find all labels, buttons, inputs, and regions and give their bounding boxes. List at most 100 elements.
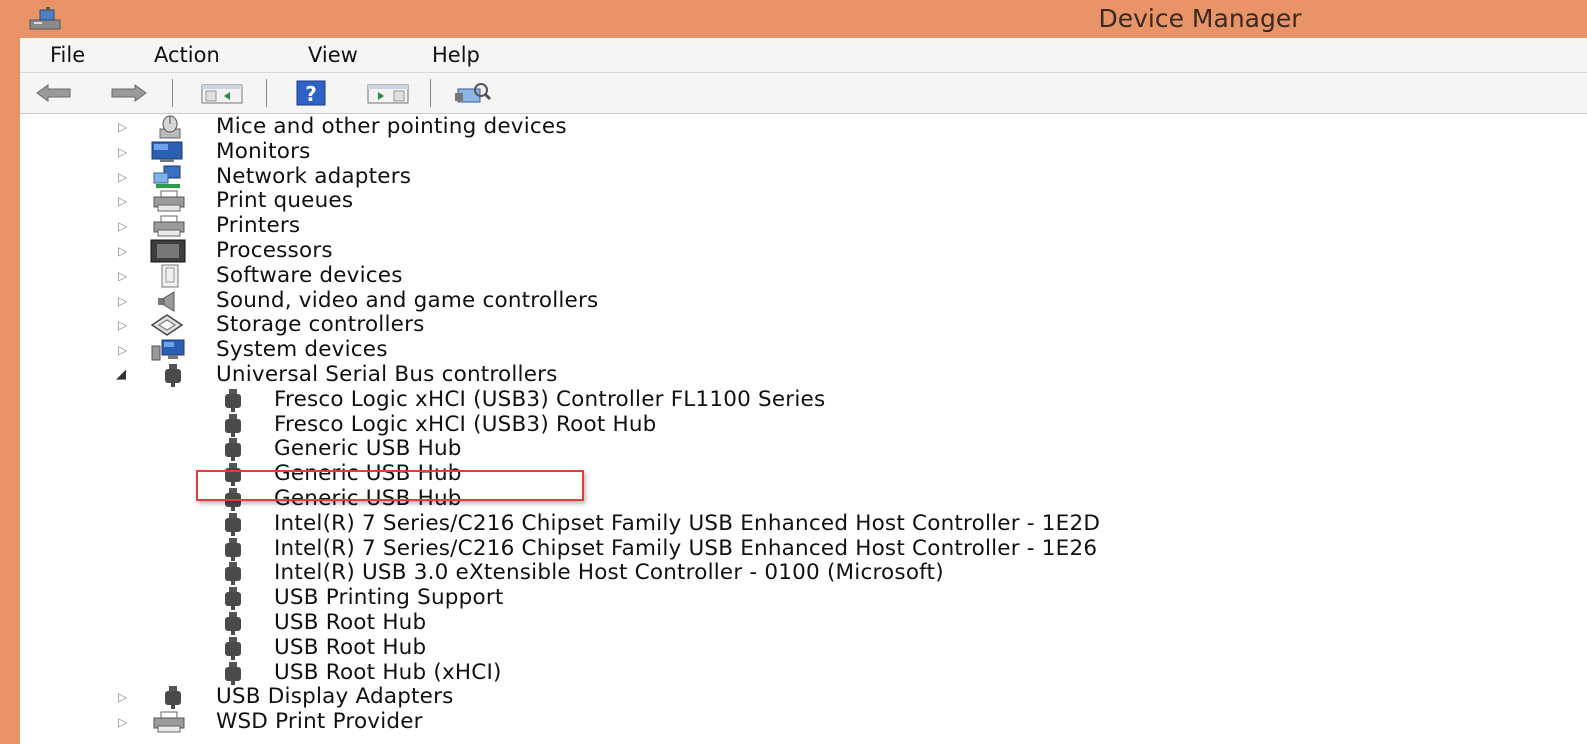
tree-item-label: USB Root Hub [274, 634, 427, 660]
tree-item-print-queues[interactable]: ▷ Print queues [20, 188, 1587, 214]
tree-item-label: Sound, video and game controllers [216, 287, 599, 313]
tree-item-usb-child[interactable]: Intel(R) 7 Series/C216 Chipset Family US… [20, 535, 1587, 562]
collapsed-arrow-icon[interactable]: ▷ [118, 268, 132, 284]
usb-icon [225, 512, 241, 536]
collapsed-arrow-icon[interactable]: ▷ [118, 342, 132, 358]
usb-icon [225, 612, 241, 635]
tree-item-label: USB Root Hub [274, 610, 427, 635]
collapsed-arrow-icon[interactable]: ▷ [118, 119, 132, 135]
tree-item-usb-child[interactable]: USB Root Hub (xHCI) [20, 659, 1587, 686]
usb-icon [225, 661, 241, 685]
usb-icon [225, 388, 241, 412]
network-adapter-icon [153, 165, 181, 188]
processor-icon [150, 239, 186, 263]
tree-item-label: Generic USB Hub [274, 436, 462, 462]
toolbar: ? [20, 73, 1587, 114]
device-tree: ▷ Mice and other pointing devices ▷ Moni… [20, 114, 1587, 744]
tree-item-usb-controllers[interactable]: ◢ Universal Serial Bus controllers [20, 362, 1587, 388]
tree-item-software-devices[interactable]: ▷ Software devices [20, 262, 1587, 289]
tree-item-usb-child[interactable]: Fresco Logic xHCI (USB3) Root Hub [20, 411, 1587, 438]
collapsed-arrow-icon[interactable]: ▷ [118, 714, 132, 730]
menu-view[interactable]: View [302, 41, 364, 69]
collapsed-arrow-icon[interactable]: ▷ [118, 218, 132, 234]
tree-item-label: Processors [216, 238, 333, 263]
menu-file[interactable]: File [44, 41, 91, 69]
tree-item-label: System devices [216, 337, 388, 363]
window-title: Device Manager [1098, 4, 1302, 33]
tree-item-label: Printers [216, 213, 301, 239]
toolbar-separator [266, 79, 267, 107]
collapsed-arrow-icon[interactable]: ▷ [118, 243, 132, 259]
tree-item-label: Mice and other pointing devices [216, 114, 567, 139]
tree-item-label: Intel(R) 7 Series/C216 Chipset Family US… [274, 510, 1101, 536]
tree-item-label: Network adapters [216, 163, 412, 189]
usb-icon [225, 413, 241, 437]
collapsed-arrow-icon[interactable]: ▷ [118, 293, 132, 309]
expanded-arrow-icon[interactable]: ◢ [116, 367, 130, 383]
tree-item-label: Storage controllers [216, 312, 425, 338]
tree-item-label: Software devices [216, 262, 403, 288]
title-bar[interactable]: Device Manager [0, 0, 1587, 38]
tree-item-processors[interactable]: ▷ Processors [20, 238, 1587, 264]
system-device-icon [151, 339, 185, 361]
collapsed-arrow-icon[interactable]: ▷ [118, 317, 132, 333]
scan-hardware-changes-icon[interactable] [452, 79, 494, 107]
tree-item-sound-video-game[interactable]: ▷ Sound, video and game controllers [20, 287, 1587, 314]
tree-item-usb-child[interactable]: USB Printing Support [20, 585, 1587, 611]
collapsed-arrow-icon[interactable]: ▷ [118, 193, 132, 209]
collapsed-arrow-icon[interactable]: ▷ [118, 689, 132, 705]
tree-item-label: Print queues [216, 188, 354, 214]
back-icon[interactable] [34, 79, 74, 107]
tree-item-usb-child[interactable]: USB Root Hub [20, 634, 1587, 661]
usb-icon [165, 364, 181, 387]
software-device-icon [161, 264, 179, 288]
toolbar-separator [430, 79, 431, 107]
usb-icon [225, 562, 241, 586]
show-hide-action-pane-icon[interactable] [364, 79, 412, 107]
storage-icon [150, 314, 184, 337]
menu-action[interactable]: Action [148, 41, 226, 69]
tree-item-system-devices[interactable]: ▷ System devices [20, 337, 1587, 363]
tree-item-label: USB Root Hub (xHCI) [274, 659, 502, 685]
highlight-annotation-box [196, 470, 584, 501]
tree-item-usb-child[interactable]: USB Root Hub [20, 610, 1587, 636]
tree-item-usb-display-adapters[interactable]: ▷ USB Display Adapters [20, 684, 1587, 710]
speaker-icon [158, 290, 175, 312]
printer-icon [153, 711, 185, 733]
tree-item-label: Intel(R) 7 Series/C216 Chipset Family US… [274, 535, 1098, 561]
collapsed-arrow-icon[interactable]: ▷ [118, 169, 132, 185]
toolbar-separator [172, 79, 173, 107]
printer-icon [153, 190, 185, 212]
tree-item-wsd-print-provider[interactable]: ▷ WSD Print Provider [20, 709, 1587, 735]
tree-item-label: USB Printing Support [274, 585, 504, 611]
usb-icon [225, 537, 241, 561]
tree-item-network-adapters[interactable]: ▷ Network adapters [20, 163, 1587, 190]
forward-icon[interactable] [106, 79, 150, 107]
collapsed-arrow-icon[interactable]: ▷ [118, 144, 132, 160]
tree-item-usb-child[interactable]: Fresco Logic xHCI (USB3) Controller FL11… [20, 386, 1587, 413]
usb-icon [225, 438, 241, 462]
tree-item-label: Fresco Logic xHCI (USB3) Controller FL11… [274, 386, 826, 412]
usb-icon [225, 636, 241, 660]
tree-item-label: Monitors [216, 138, 311, 164]
tree-item-label: Fresco Logic xHCI (USB3) Root Hub [274, 411, 657, 437]
tree-item-label: WSD Print Provider [216, 709, 423, 735]
help-icon[interactable]: ? [294, 79, 328, 107]
svg-text:?: ? [305, 82, 317, 106]
tree-item-mice[interactable]: ▷ Mice and other pointing devices [20, 114, 1587, 140]
tree-item-printers[interactable]: ▷ Printers [20, 213, 1587, 239]
tree-item-usb-child-highlighted[interactable]: Generic USB Hub [20, 436, 1587, 462]
tree-item-monitors[interactable]: ▷ Monitors [20, 138, 1587, 165]
show-hide-console-tree-icon[interactable] [198, 79, 246, 107]
tree-item-label: Intel(R) USB 3.0 eXtensible Host Control… [274, 560, 944, 586]
tree-item-usb-child[interactable]: Intel(R) 7 Series/C216 Chipset Family US… [20, 510, 1587, 537]
tree-item-label: USB Display Adapters [216, 684, 454, 710]
mouse-icon [159, 115, 181, 139]
menu-bar: File Action View Help [20, 38, 1587, 73]
tree-item-label: Universal Serial Bus controllers [216, 362, 558, 387]
printer-icon [153, 215, 185, 237]
tree-item-storage-controllers[interactable]: ▷ Storage controllers [20, 312, 1587, 338]
menu-help[interactable]: Help [426, 41, 486, 69]
tree-item-usb-child[interactable]: Intel(R) USB 3.0 eXtensible Host Control… [20, 560, 1587, 586]
usb-icon [225, 587, 241, 611]
